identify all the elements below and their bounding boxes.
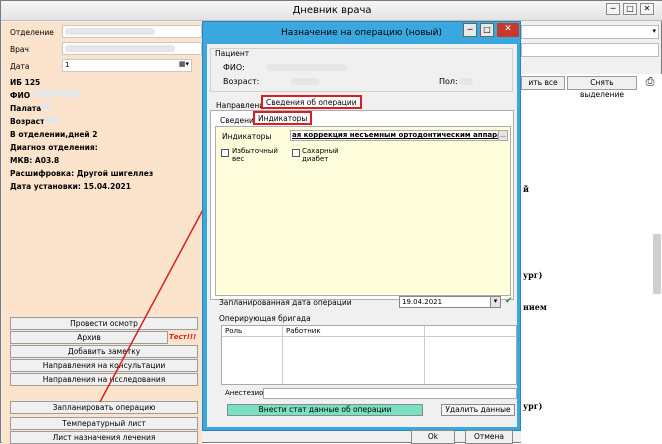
- col-role: Роль: [225, 327, 243, 335]
- age-field-value: [291, 78, 319, 85]
- date-dropdown-icon[interactable]: ▾: [490, 297, 500, 307]
- planned-date-label: Запланированная дата операции: [219, 298, 352, 307]
- sex-field-value: [459, 78, 473, 85]
- ok-button[interactable]: Ok: [411, 430, 455, 444]
- checkbox-diabetes[interactable]: [292, 149, 300, 157]
- diabetes-label: Сахарный диабет: [302, 147, 339, 163]
- subtab-indicators[interactable]: Индикаторы: [253, 111, 313, 125]
- dialog-close-icon[interactable]: ✕: [497, 23, 519, 37]
- team-label: Оперирующая бригада: [219, 314, 311, 323]
- apply-stats-button[interactable]: Внести стат данные об операции: [227, 404, 423, 416]
- patient-group: Пациент ФИО: Возраст: Пол:: [210, 48, 513, 92]
- dialog-minimize-icon[interactable]: ─: [463, 23, 477, 37]
- confirm-date-icon[interactable]: ✔: [505, 296, 513, 306]
- fio-field-label: ФИО:: [223, 63, 245, 72]
- team-grid[interactable]: Роль Работник: [221, 325, 517, 385]
- planned-date-field[interactable]: 19.04.2021 ▾: [399, 296, 501, 308]
- dialog-body: Пациент ФИО: Возраст: Пол: Направление С…: [207, 44, 517, 444]
- age-field-label: Возраст:: [223, 77, 260, 86]
- col-worker: Работник: [286, 327, 321, 335]
- cancel-button[interactable]: Отмена: [465, 430, 513, 444]
- overweight-label: Избыточный вес: [232, 147, 278, 163]
- tab-operation-info[interactable]: Сведения об операции: [261, 95, 362, 109]
- indicators-label: Индикаторы: [222, 132, 272, 141]
- anesthesiologist-field[interactable]: [263, 388, 517, 399]
- operation-dialog: Назначение на операцию (новый) ─ □ ✕ Пац…: [202, 21, 521, 444]
- ellipsis-icon[interactable]: …: [498, 130, 508, 141]
- checkbox-overweight[interactable]: [221, 149, 229, 157]
- grid-header: Роль Работник: [222, 326, 516, 337]
- fio-field-value: [267, 64, 347, 71]
- indicators-panel: Индикаторы ая коррекция несъемным ортодо…: [215, 126, 511, 296]
- dialog-maximize-icon[interactable]: □: [480, 23, 494, 37]
- patient-group-label: Пациент: [215, 49, 250, 58]
- sex-field-label: Пол:: [439, 77, 458, 86]
- indicators-field[interactable]: ая коррекция несъемным ортодонтическим а…: [290, 130, 508, 141]
- delete-data-button[interactable]: Удалить данные: [441, 404, 515, 416]
- planned-date-value: 19.04.2021: [402, 298, 443, 306]
